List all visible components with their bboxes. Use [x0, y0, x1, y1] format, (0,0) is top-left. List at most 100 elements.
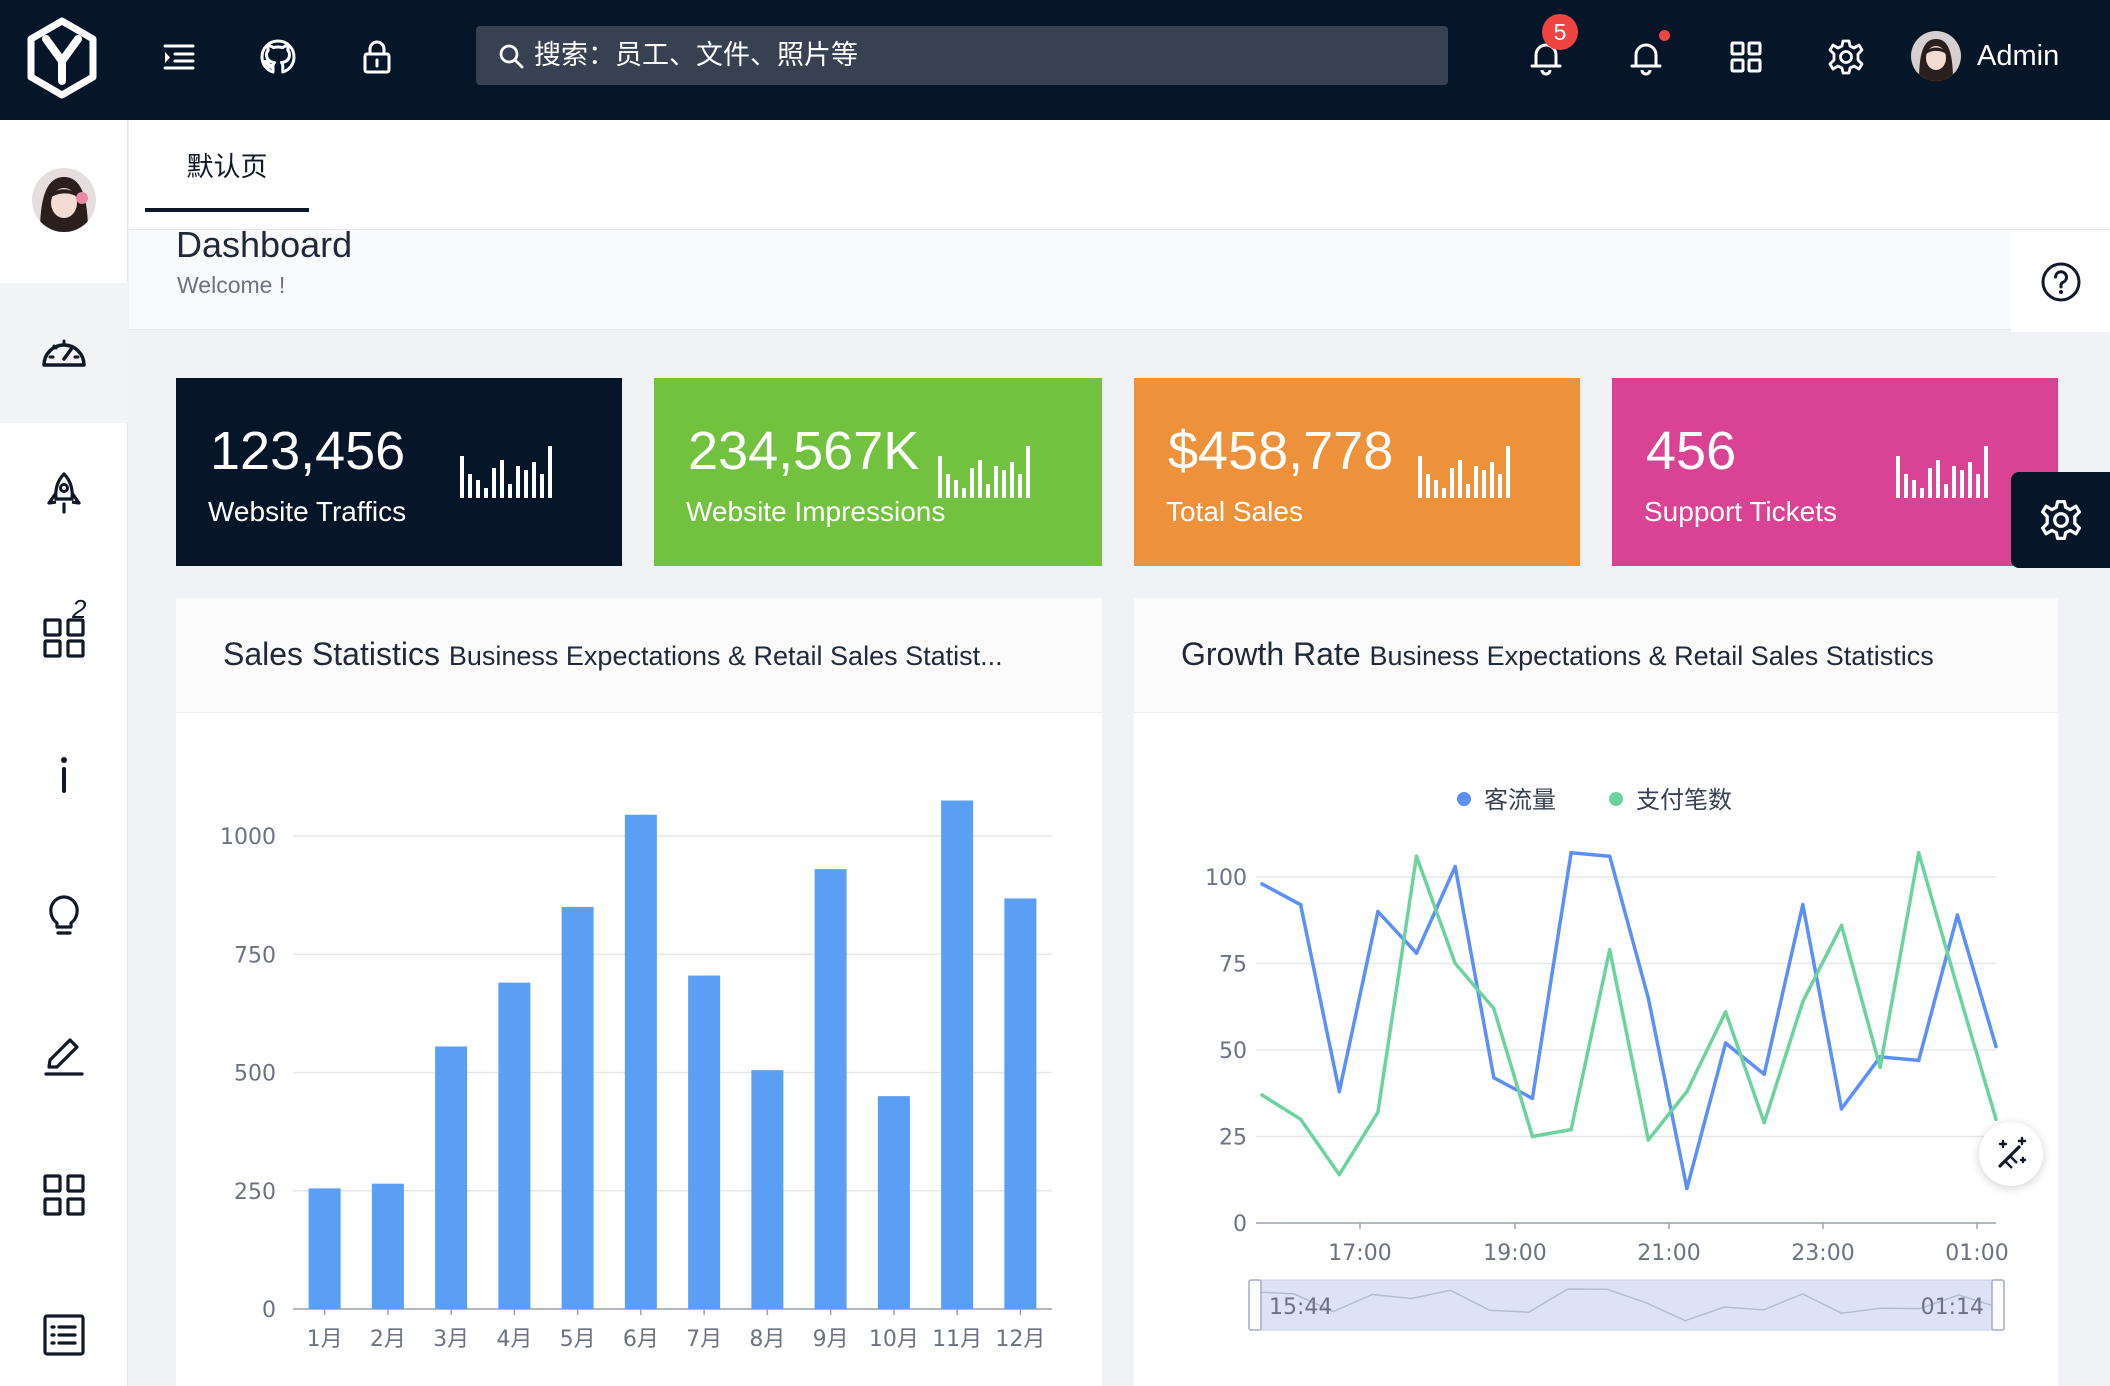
zoom-handle-left[interactable]: [1248, 1279, 1262, 1331]
logo-icon[interactable]: [26, 17, 98, 99]
sidebar-item-dashboard[interactable]: [0, 283, 128, 423]
data-point[interactable]: [1762, 1120, 1767, 1125]
bar[interactable]: [814, 869, 847, 1309]
magic-wand-button[interactable]: [1979, 1122, 2043, 1186]
data-point[interactable]: [1607, 947, 1612, 952]
help-button[interactable]: [2011, 232, 2110, 332]
data-point[interactable]: [1453, 961, 1457, 966]
sparkline-bars-icon: [938, 446, 1030, 498]
bar[interactable]: [561, 906, 594, 1309]
bar[interactable]: [498, 982, 531, 1309]
zoom-handle-right[interactable]: [1991, 1279, 2005, 1331]
stat-card-sales[interactable]: $458,778 Total Sales: [1134, 378, 1580, 566]
user-menu[interactable]: Admin: [1911, 31, 2059, 81]
data-point[interactable]: [1376, 909, 1380, 914]
stat-card-tickets[interactable]: 456 Support Tickets: [1612, 378, 2058, 566]
apps-grid-icon[interactable]: [1721, 32, 1771, 82]
x-tick-label: 5月: [560, 1327, 596, 1352]
data-point[interactable]: [1298, 902, 1303, 907]
data-point[interactable]: [1723, 1010, 1728, 1014]
sidebar-item-pencil[interactable]: [0, 985, 128, 1125]
search-bar[interactable]: [476, 26, 1448, 85]
sidebar-item-grid-2[interactable]: [0, 565, 128, 705]
sidebar-item-lightbulb[interactable]: [0, 845, 128, 985]
data-point[interactable]: [1607, 854, 1612, 859]
data-point[interactable]: [1491, 1075, 1496, 1080]
sidebar-item-rocket[interactable]: [0, 425, 128, 565]
data-point[interactable]: [1414, 951, 1419, 955]
data-point[interactable]: [1723, 1041, 1728, 1045]
stat-value: 456: [1646, 421, 1737, 481]
data-point[interactable]: [1762, 1072, 1767, 1077]
data-point[interactable]: [1801, 902, 1805, 907]
data-point[interactable]: [1839, 1107, 1844, 1111]
stat-card-impressions[interactable]: 234,567K Website Impressions: [654, 378, 1102, 566]
zoom-track[interactable]: [1254, 1279, 1999, 1331]
bar[interactable]: [435, 1046, 468, 1309]
data-zoom-slider[interactable]: 15:44 01:14: [1248, 1279, 2005, 1331]
data-point[interactable]: [1569, 1127, 1573, 1132]
data-point[interactable]: [1337, 1172, 1342, 1177]
magic-wand-icon: [1998, 1136, 2027, 1169]
lock-icon[interactable]: [352, 32, 402, 82]
data-point[interactable]: [1298, 1117, 1303, 1121]
data-point[interactable]: [1955, 985, 1960, 990]
sales-statistics-panel: Sales Statistics Business Expectations &…: [176, 598, 1102, 1386]
legend-marker: [1457, 792, 1471, 806]
growth-line-chart[interactable]: 客流量 支付笔数 0 25 50 75 100 17:00 19:00 21:00 23:00 01:…: [1134, 713, 2058, 1386]
series-line[interactable]: [1261, 851, 1998, 1191]
data-point[interactable]: [1453, 864, 1457, 869]
data-point[interactable]: [1530, 1096, 1535, 1101]
sidebar-item-info[interactable]: [0, 705, 128, 845]
theme-settings-button[interactable]: [2011, 472, 2110, 568]
github-icon[interactable]: [253, 32, 303, 82]
data-point[interactable]: [1260, 1093, 1264, 1097]
data-point[interactable]: [1955, 913, 1960, 917]
x-tick-label: 10月: [869, 1327, 919, 1352]
data-point[interactable]: [1414, 854, 1419, 859]
data-point[interactable]: [1916, 1058, 1921, 1063]
data-point[interactable]: [1685, 1089, 1689, 1094]
panel-subtitle: Business Expectations & Retail Sales Sta…: [1369, 641, 1934, 671]
info-icon: [61, 757, 67, 793]
bar[interactable]: [688, 975, 721, 1309]
sidebar-avatar[interactable]: [32, 168, 96, 232]
data-point[interactable]: [1376, 1110, 1380, 1115]
avatar: [1911, 31, 1961, 81]
sidebar-item-grid[interactable]: [0, 1125, 128, 1265]
data-point[interactable]: [1685, 1186, 1689, 1191]
stat-card-traffic[interactable]: 123,456 Website Traffics: [176, 378, 622, 566]
data-point[interactable]: [1260, 882, 1264, 886]
x-tick-label: 2月: [370, 1327, 406, 1352]
bar[interactable]: [371, 1183, 404, 1309]
data-point[interactable]: [1839, 923, 1844, 928]
data-point[interactable]: [1530, 1134, 1535, 1139]
legend-label: 客流量: [1484, 786, 1556, 814]
data-point[interactable]: [1491, 1006, 1496, 1011]
data-point[interactable]: [1569, 850, 1573, 855]
bar[interactable]: [877, 1096, 910, 1309]
tab-bar: 默认页: [129, 120, 2110, 230]
bar[interactable]: [941, 800, 974, 1309]
data-point[interactable]: [1646, 996, 1651, 1000]
series-line[interactable]: [1261, 851, 1998, 1177]
growth-rate-panel: Growth Rate Business Expectations & Reta…: [1134, 598, 2058, 1386]
bar[interactable]: [1004, 898, 1037, 1309]
page-subtitle: Welcome !: [177, 272, 286, 298]
bar[interactable]: [308, 1188, 341, 1309]
data-point[interactable]: [1994, 1117, 1998, 1121]
data-point[interactable]: [1337, 1089, 1342, 1094]
data-point[interactable]: [1878, 1065, 1882, 1070]
data-point[interactable]: [1801, 999, 1805, 1004]
bar[interactable]: [624, 814, 657, 1309]
data-point[interactable]: [1646, 1138, 1651, 1142]
menu-fold-icon[interactable]: [154, 32, 204, 82]
tab-default-page[interactable]: 默认页: [145, 120, 309, 212]
bar[interactable]: [751, 1070, 784, 1309]
data-point[interactable]: [1916, 850, 1921, 855]
sales-bar-chart[interactable]: 0 250 500 750 1000 1月 2月 3月 4月 5月 6月 7月 8月 9月 10月 11月 12…: [176, 713, 1102, 1386]
sidebar-item-list[interactable]: [0, 1265, 128, 1386]
data-point[interactable]: [1994, 1044, 1998, 1049]
search-input[interactable]: [534, 40, 1394, 71]
settings-gear-icon[interactable]: [1821, 32, 1871, 82]
